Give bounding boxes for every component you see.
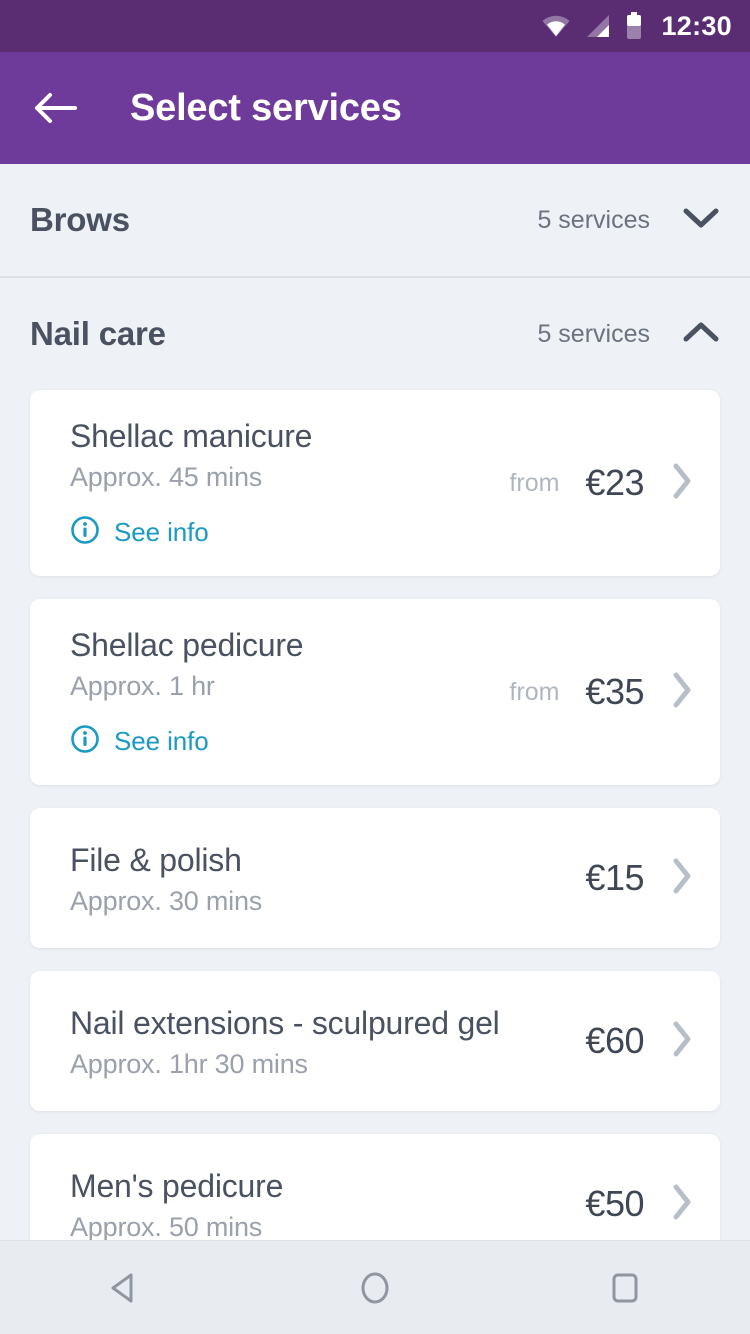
service-card-details: Nail extensions - sculpured gel Approx. …	[70, 1003, 543, 1080]
back-arrow-icon	[35, 93, 77, 123]
service-card-price-area: from €23	[493, 461, 694, 506]
chevron-right-icon[interactable]	[670, 1019, 694, 1064]
service-card-details: Shellac manicure Approx. 45 mins See inf…	[70, 416, 493, 550]
circle-home-icon	[361, 1272, 389, 1303]
nav-home-button[interactable]	[320, 1241, 430, 1334]
signal-icon	[585, 13, 611, 39]
square-recents-icon	[612, 1273, 638, 1302]
service-name: Men's pedicure	[70, 1167, 284, 1204]
section-service-count: 5 services	[537, 319, 650, 348]
service-card-details: File & polish Approx. 30 mins	[70, 840, 543, 917]
service-card-price-area: €60	[543, 1019, 694, 1064]
service-price: €60	[585, 1020, 644, 1061]
android-nav-bar	[0, 1240, 750, 1334]
info-circle-icon	[70, 515, 100, 550]
section-meta: 5 services	[537, 206, 720, 235]
info-circle-icon	[70, 724, 100, 759]
service-card[interactable]: Men's pedicure Approx. 50 mins €50	[30, 1134, 720, 1240]
see-info-link[interactable]: See info	[70, 724, 493, 759]
service-card[interactable]: Shellac manicure Approx. 45 mins See inf…	[30, 390, 720, 576]
page-title: Select services	[130, 86, 402, 129]
chevron-right-icon[interactable]	[670, 1182, 694, 1227]
service-card[interactable]: File & polish Approx. 30 mins €15	[30, 808, 720, 948]
service-card-list: Shellac manicure Approx. 45 mins See inf…	[0, 390, 750, 1240]
service-card-details: Shellac pedicure Approx. 1 hr See info	[70, 625, 493, 759]
service-card-details: Men's pedicure Approx. 50 mins	[70, 1166, 543, 1241]
see-info-link[interactable]: See info	[70, 515, 493, 550]
section-service-count: 5 services	[537, 205, 650, 234]
service-duration: Approx. 45 mins	[70, 462, 263, 492]
service-card[interactable]: Nail extensions - sculpured gel Approx. …	[30, 971, 720, 1111]
service-card-price-area: €50	[543, 1182, 694, 1227]
section-meta: 5 services	[537, 320, 720, 349]
chevron-right-icon[interactable]	[670, 856, 694, 901]
service-name: Nail extensions - sculpured gel	[70, 1004, 500, 1041]
app-bar: Select services	[0, 52, 750, 164]
service-duration: Approx. 1 hr	[70, 671, 215, 701]
service-duration: Approx. 50 mins	[70, 1211, 263, 1241]
section-title: Brows	[30, 201, 130, 238]
service-duration: Approx. 30 mins	[70, 885, 263, 916]
section-title: Nail care	[30, 315, 166, 352]
status-bar: 12:30	[0, 0, 750, 52]
service-price: €50	[585, 1183, 644, 1224]
service-name: File & polish	[70, 841, 242, 878]
service-name: Shellac pedicure	[70, 627, 304, 663]
service-name: Shellac manicure	[70, 418, 313, 454]
chevron-up-icon[interactable]	[682, 320, 720, 349]
nav-recents-button[interactable]	[570, 1241, 680, 1334]
service-card-price-area: €15	[543, 856, 694, 901]
services-list[interactable]: Brows 5 services Nail care 5 services Sh…	[0, 164, 750, 1240]
nav-back-button[interactable]	[70, 1241, 180, 1334]
service-duration: Approx. 1hr 30 mins	[70, 1048, 308, 1079]
wifi-icon	[541, 13, 571, 39]
service-price: €15	[585, 857, 644, 898]
back-button[interactable]	[32, 85, 78, 131]
section-header-brows[interactable]: Brows 5 services	[0, 164, 750, 276]
see-info-label: See info	[114, 517, 209, 547]
chevron-right-icon[interactable]	[670, 670, 694, 715]
phone-screen: 12:30 Select services Brows 5 services N…	[0, 0, 750, 1334]
service-card[interactable]: Shellac pedicure Approx. 1 hr See info f…	[30, 599, 720, 785]
service-price: €35	[585, 671, 644, 712]
chevron-down-icon[interactable]	[682, 206, 720, 235]
battery-icon	[625, 12, 643, 40]
service-price: €23	[585, 462, 644, 503]
service-card-price-area: from €35	[493, 670, 694, 715]
see-info-label: See info	[114, 726, 209, 756]
price-prefix: from	[509, 677, 560, 706]
status-bar-time: 12:30	[661, 10, 732, 41]
triangle-back-icon	[111, 1273, 133, 1302]
price-prefix: from	[509, 468, 560, 497]
section-header-nail-care[interactable]: Nail care 5 services	[0, 278, 750, 390]
chevron-right-icon[interactable]	[670, 461, 694, 506]
